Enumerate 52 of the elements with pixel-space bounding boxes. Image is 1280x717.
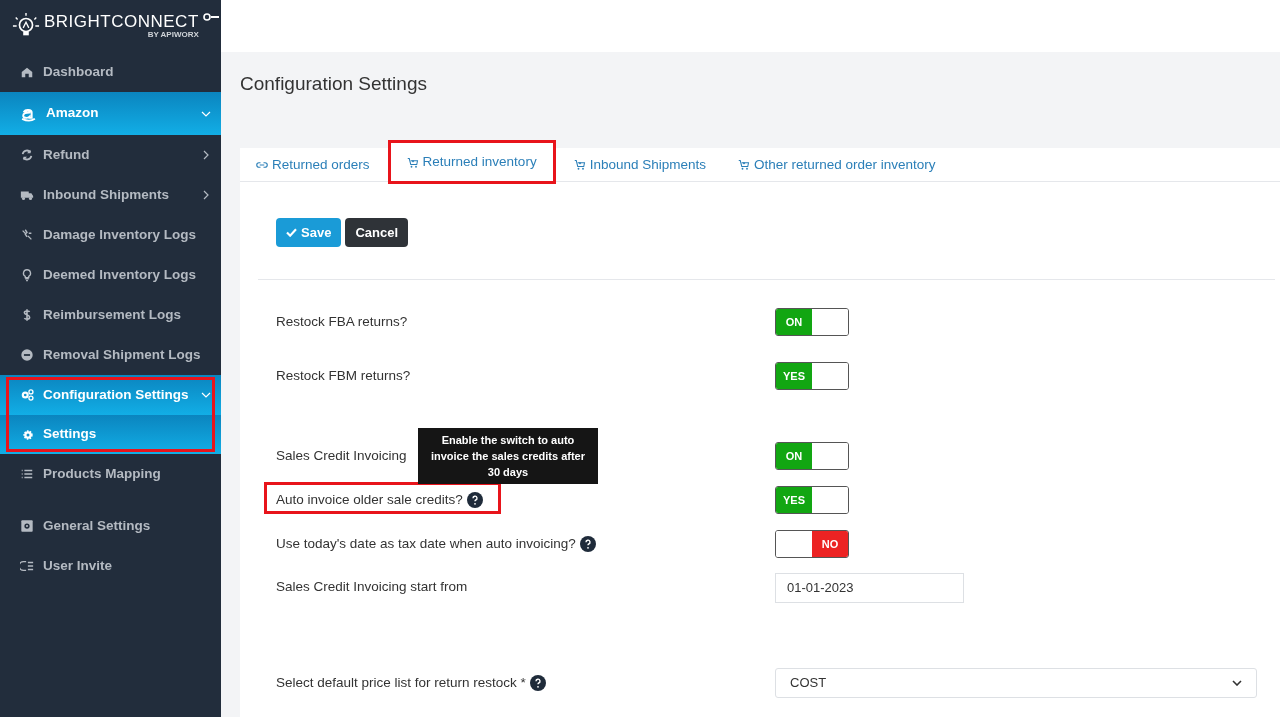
toggle-switch[interactable]: NO [775,530,849,558]
setting-label: Auto invoice older sale credits? [276,490,463,509]
sidebar-item[interactable]: Damage Inventory Logs [0,215,221,255]
setting-label: Restock FBM returns? [276,366,411,385]
minus-circle-icon [20,348,34,362]
sidebar-item[interactable]: User Invite [0,546,221,586]
chevron-down-icon [1232,680,1242,686]
help-icon [579,536,596,552]
sidebar-item[interactable]: General Settings [0,506,221,546]
tab[interactable]: Returned inventory [389,142,554,182]
link-icon [256,159,268,171]
sidebar-item[interactable]: Dashboard [0,52,221,92]
cart-icon [573,159,586,171]
setting-label: Use today's date as tax date when auto invoicing? [276,534,576,553]
chevron-right-icon [203,190,209,200]
tab[interactable]: Inbound Shipments [557,148,722,182]
setting-label: Select default price list for return restock * [276,673,526,692]
bulb-icon [20,268,34,282]
date-field[interactable]: 01-01-2023 [775,572,964,603]
gear-icon [22,428,34,441]
gears-icon [20,388,34,402]
sidebar-item[interactable]: Reimbursement Logs [0,295,221,335]
tab[interactable]: Other returned order inventory [722,148,952,182]
sidebar-item[interactable]: Removal Shipment Logs [0,335,221,375]
home-icon [20,65,34,79]
brand-name: BRIGHTCONNECT [44,13,199,30]
setting-label: Sales Credit Invoicing [276,446,407,465]
setting-label: Sales Credit Invoicing start from [276,578,468,597]
cancel-button[interactable]: Cancel [345,218,408,247]
chevron-down-icon [201,392,211,398]
brand-tagline: BY APIWORX [147,31,199,39]
cart-icon [738,159,750,171]
gear-square-icon [20,519,34,533]
chevron-down-icon [201,110,211,117]
setting-label: Restock FBA returns? [276,312,408,331]
refresh-icon [20,148,34,162]
sidebar-item[interactable]: Inbound Shipments [0,175,221,215]
chevron-right-icon [203,150,209,160]
price-list-dropdown[interactable]: COST [775,668,1257,698]
list-icon [20,467,34,481]
tab[interactable]: Returned orders [240,148,386,182]
help-icon [529,675,546,691]
cart-icon [406,156,419,169]
help-icon [466,492,483,508]
check-icon [286,228,297,237]
sidebar-item[interactable]: Products Mapping [0,454,221,494]
list-arrow-icon [20,559,34,573]
page-title: Configuration Settings [240,72,427,96]
tooltip: Enable the switch to auto invoice the sales credits after 30 days [418,427,598,484]
sidebar-item[interactable]: Deemed Inventory Logs [0,255,221,295]
key-icon [202,13,219,21]
sidebar-item[interactable]: Refund [0,135,221,175]
